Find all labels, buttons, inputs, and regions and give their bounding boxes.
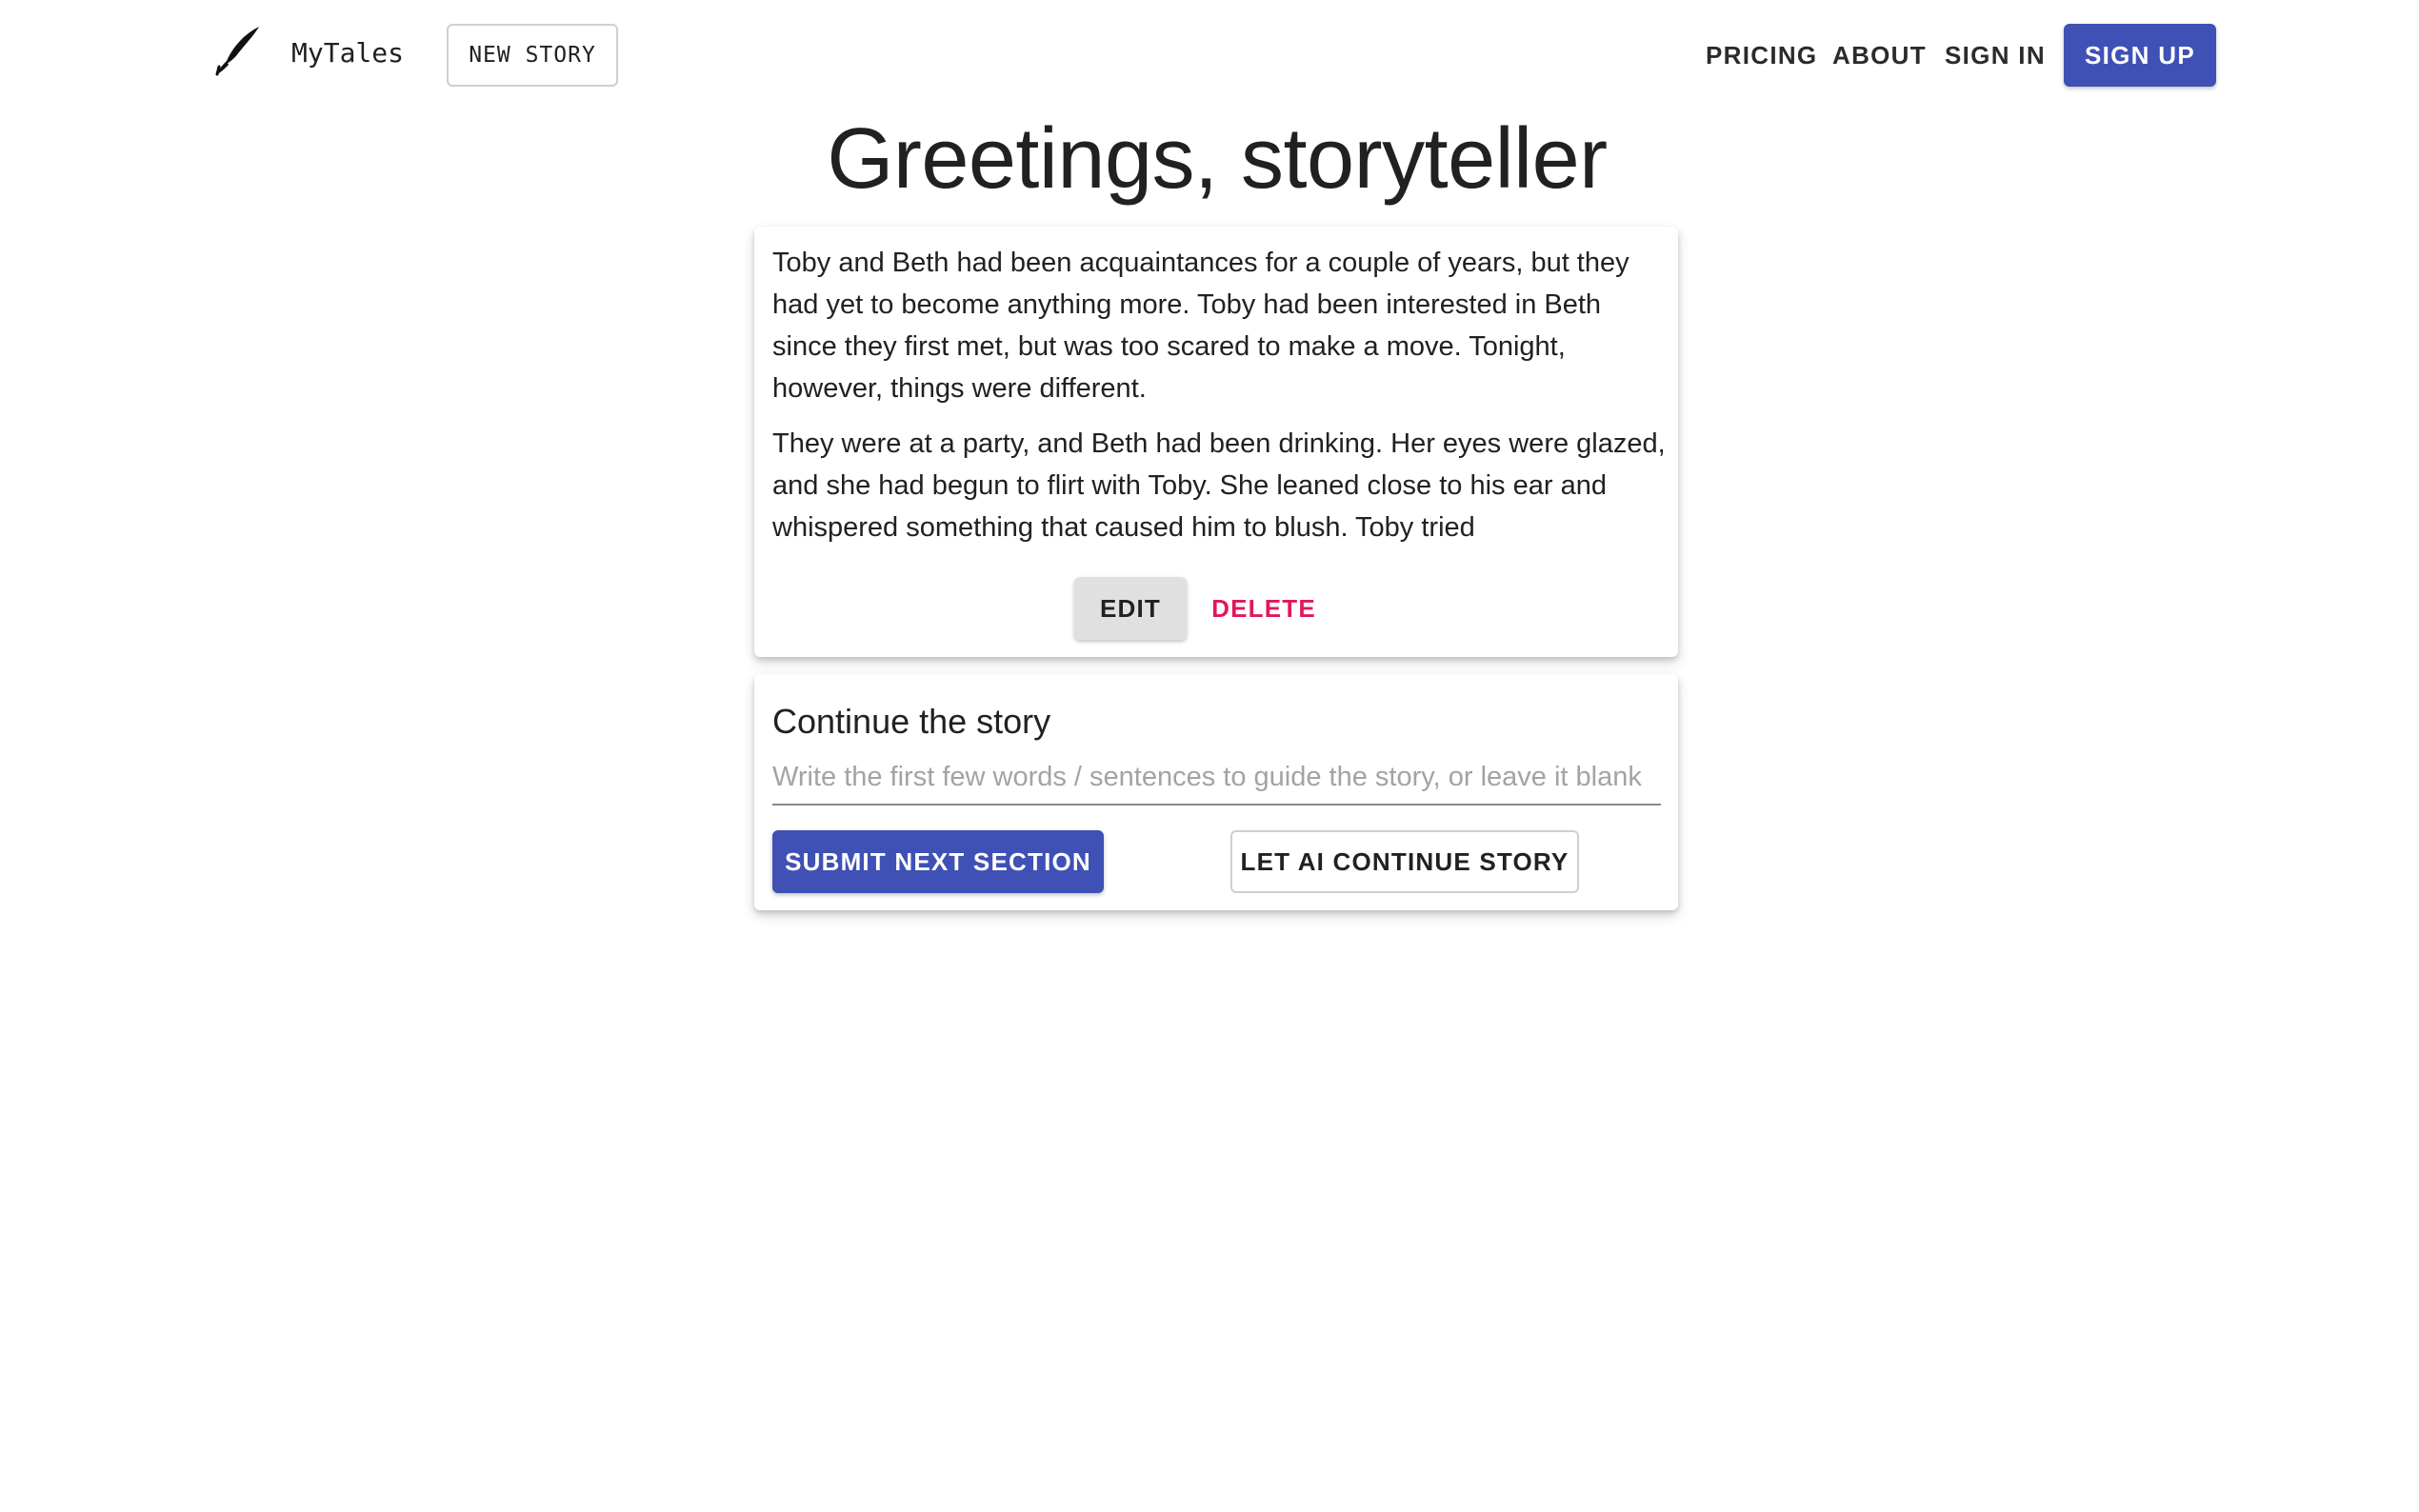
submit-next-section-button[interactable]: SUBMIT NEXT SECTION — [772, 830, 1104, 893]
story-paragraph: They were at a party, and Beth had been … — [772, 428, 1666, 543]
nav-about-link[interactable]: ABOUT — [1832, 36, 1927, 74]
nav-pricing-link[interactable]: PRICING — [1706, 36, 1817, 74]
story-text: Toby and Beth had been acquaintances for… — [772, 242, 1668, 562]
story-card: Toby and Beth had been acquaintances for… — [754, 227, 1678, 657]
continue-story-card: Continue the story SUBMIT NEXT SECTION L… — [754, 674, 1678, 910]
brand-name[interactable]: MyTales — [291, 34, 404, 72]
quill-pen-icon[interactable] — [215, 25, 261, 76]
delete-button[interactable]: DELETE — [1204, 577, 1324, 640]
story-guide-input[interactable] — [772, 756, 1661, 806]
sign-up-button[interactable]: SIGN UP — [2064, 24, 2216, 87]
story-paragraph: Toby and Beth had been acquaintances for… — [772, 248, 1629, 404]
page-title: Greetings, storyteller — [827, 111, 1608, 207]
continue-story-heading: Continue the story — [772, 702, 1051, 741]
nav-sign-in-link[interactable]: SIGN IN — [1945, 36, 2046, 74]
edit-button[interactable]: EDIT — [1074, 577, 1187, 640]
new-story-button[interactable]: NEW STORY — [447, 24, 618, 87]
top-nav-bar: MyTales NEW STORY PRICING ABOUT SIGN IN … — [0, 0, 2419, 110]
let-ai-continue-button[interactable]: LET AI CONTINUE STORY — [1230, 830, 1579, 893]
